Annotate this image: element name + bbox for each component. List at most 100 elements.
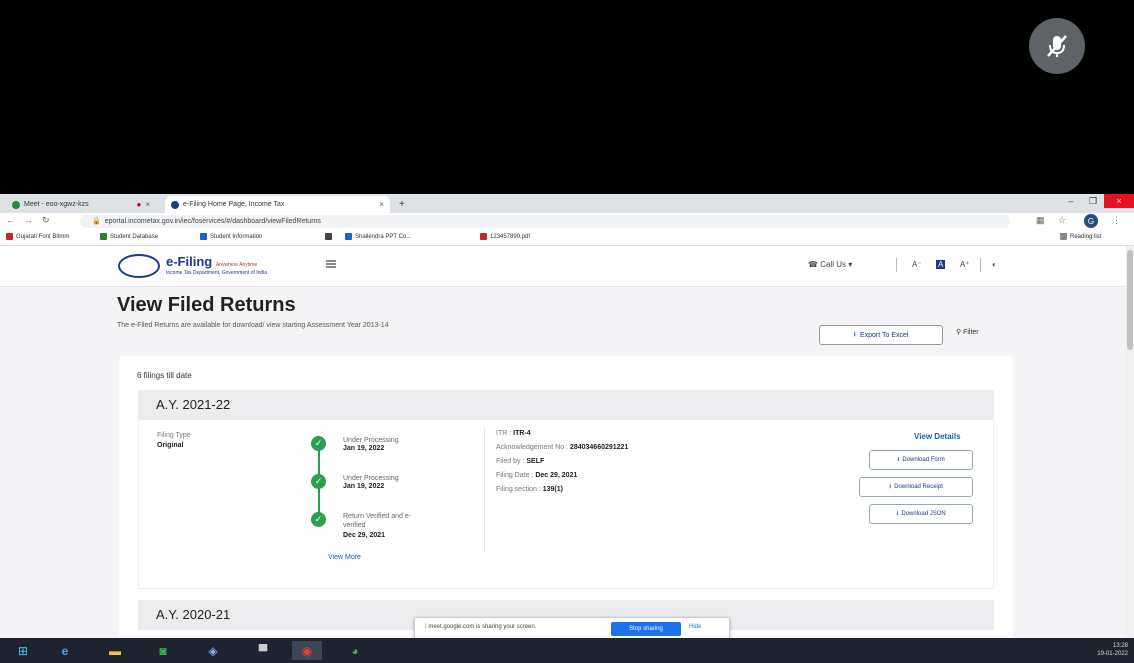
tab-meet[interactable]: Meet - eoo-xgwz-kzs ● × bbox=[6, 196, 156, 213]
view-details-link[interactable]: View Details bbox=[914, 432, 961, 441]
github-icon bbox=[325, 233, 332, 240]
app-icon[interactable]: ▀ bbox=[248, 641, 278, 660]
bookmarks-bar: Gujarati Font Bitmm Student Database Stu… bbox=[0, 231, 1134, 246]
app-icon[interactable]: ◕ bbox=[340, 641, 370, 660]
back-icon[interactable]: ← bbox=[6, 215, 15, 225]
filing-date-field: Filing Date : Dec 29, 2021 bbox=[496, 472, 577, 479]
logo-tagline: Anywhere Anytime bbox=[215, 262, 258, 268]
filing-type-label: Filing Type bbox=[157, 432, 191, 439]
divider bbox=[980, 258, 981, 272]
extensions-icon[interactable]: ▦ bbox=[1036, 215, 1045, 226]
edge-icon[interactable]: e bbox=[50, 641, 80, 660]
bookmark-label: Student Database bbox=[110, 233, 159, 240]
new-tab-button[interactable]: + bbox=[393, 196, 413, 213]
step-date: Jan 19, 2022 bbox=[343, 483, 385, 490]
step-date: Jan 19, 2022 bbox=[343, 445, 385, 452]
profile-avatar[interactable]: G bbox=[1084, 214, 1098, 228]
tab-efiling[interactable]: e-Filing Home Page, Income Tax × bbox=[165, 196, 390, 213]
ack-field: Acknowledgement No : 284034660291221 bbox=[496, 444, 628, 451]
bookmark-item[interactable]: 123457890.pdf bbox=[480, 233, 530, 240]
stop-sharing-button[interactable]: Stop sharing bbox=[611, 622, 681, 636]
lock-icon: 🔒 bbox=[92, 218, 101, 225]
divider bbox=[896, 258, 897, 272]
filings-card: 6 filings till date A.Y. 2021-22 Filing … bbox=[119, 356, 1013, 638]
font-normal-button[interactable]: A bbox=[936, 260, 946, 269]
scrollbar[interactable] bbox=[1126, 246, 1134, 638]
close-window-icon[interactable]: × bbox=[1104, 194, 1134, 208]
maximize-icon[interactable]: ❐ bbox=[1082, 194, 1104, 208]
export-to-excel-button[interactable]: ⭳ Export To Excel bbox=[819, 325, 943, 345]
url-text: eportal.incometax.gov.in/iec/foservices/… bbox=[104, 218, 321, 225]
efiling-favicon-icon bbox=[171, 200, 179, 209]
menu-kebab-icon[interactable]: ⋮ bbox=[1112, 215, 1121, 226]
divider bbox=[484, 428, 485, 553]
return-card: A.Y. 2021-22 Filing Type Original ✓ Unde… bbox=[138, 390, 994, 589]
bookmark-item[interactable]: Student Database bbox=[100, 233, 158, 240]
chrome-icon[interactable]: ◉ bbox=[292, 641, 322, 660]
close-icon[interactable]: × bbox=[379, 200, 384, 209]
scrollbar-thumb[interactable] bbox=[1127, 250, 1133, 350]
step-status: Under Processing bbox=[343, 437, 399, 444]
hamburger-menu-icon[interactable] bbox=[326, 260, 336, 268]
filter-label: Filter bbox=[963, 329, 979, 336]
clock-time: 13:28 bbox=[1112, 643, 1128, 649]
ack-value: 284034660291221 bbox=[569, 444, 629, 451]
reading-list-label: Reading list bbox=[1070, 233, 1102, 240]
font-decrease-button[interactable]: A⁻ bbox=[912, 260, 922, 269]
page-title: View Filed Returns bbox=[117, 294, 296, 316]
url-input[interactable]: 🔒 eportal.incometax.gov.in/iec/foservices… bbox=[80, 215, 1010, 228]
bookmark-icon bbox=[200, 233, 207, 240]
contrast-toggle-icon[interactable]: ◐ bbox=[992, 260, 997, 269]
filter-button[interactable]: ⚲ Filter bbox=[956, 328, 979, 336]
font-increase-button[interactable]: A⁺ bbox=[960, 260, 970, 269]
download-json-button[interactable]: ⭳ Download JSON bbox=[869, 504, 973, 524]
bookmark-icon bbox=[6, 233, 13, 240]
star-icon[interactable]: ☆ bbox=[1058, 215, 1066, 226]
bookmark-icon bbox=[345, 233, 352, 240]
filings-count: 6 filings till date bbox=[137, 371, 192, 380]
export-label: Export To Excel bbox=[859, 331, 909, 339]
forward-icon[interactable]: → bbox=[24, 215, 33, 225]
bookmark-item[interactable] bbox=[325, 233, 335, 240]
minimize-icon[interactable]: – bbox=[1060, 194, 1082, 208]
windows-start-icon[interactable]: ⊞ bbox=[8, 641, 38, 660]
close-icon[interactable]: × bbox=[145, 200, 150, 209]
download-form-button[interactable]: ⭳ Download Form bbox=[869, 450, 973, 470]
bookmark-item[interactable]: Gujarati Font Bitmm bbox=[6, 233, 69, 240]
hide-button[interactable]: Hide bbox=[689, 624, 701, 630]
download-icon: ⭳ bbox=[896, 511, 899, 517]
meet-icon bbox=[12, 200, 20, 209]
share-message: meet.google.com is sharing your screen. bbox=[428, 624, 537, 630]
filing-date-value: Dec 29, 2021 bbox=[535, 472, 578, 479]
file-explorer-icon[interactable]: ▬ bbox=[100, 641, 130, 660]
site-header: e-Filing Anywhere Anytime Income Tax Dep… bbox=[0, 246, 1126, 287]
call-us-menu[interactable]: ☎ Call Us ▾ bbox=[808, 260, 852, 269]
system-tray[interactable]: 13:28 19-01-2022 bbox=[1097, 642, 1128, 658]
view-more-link[interactable]: View More bbox=[328, 554, 361, 561]
bookmark-label: Gujarati Font Bitmm bbox=[16, 233, 70, 240]
site-logo[interactable]: e-Filing Anywhere Anytime bbox=[166, 254, 257, 269]
tab-title: Meet - eoo-xgwz-kzs bbox=[24, 201, 89, 208]
step-status: Return Verified and e-verified bbox=[343, 513, 412, 529]
share-text: ⁞ meet.google.com is sharing your screen… bbox=[425, 624, 536, 630]
bookmark-label: 123457890.pdf bbox=[490, 233, 531, 240]
emblem-logo-icon bbox=[118, 254, 160, 278]
page-subtitle: The e-Filed Returns are available for do… bbox=[117, 322, 389, 329]
download-receipt-button[interactable]: ⭳ Download Receipt bbox=[859, 477, 973, 497]
logo-title: e-Filing bbox=[166, 254, 213, 269]
microphone-off-icon[interactable] bbox=[1029, 18, 1085, 74]
bookmark-label: Shailendra PPT Co... bbox=[355, 233, 412, 240]
button-label: Download Form bbox=[902, 457, 945, 463]
check-icon: ✓ bbox=[311, 436, 326, 451]
reload-icon[interactable]: ↻ bbox=[42, 215, 50, 226]
check-icon: ✓ bbox=[311, 474, 326, 489]
itr-value: ITR-4 bbox=[513, 430, 531, 437]
filed-by-label: Filed by : bbox=[496, 458, 525, 465]
bookmark-item[interactable]: Student Information bbox=[200, 233, 262, 240]
bookmark-item[interactable]: Shailendra PPT Co... bbox=[345, 233, 411, 240]
address-bar-row: ← → ↻ 🔒 eportal.incometax.gov.in/iec/fose… bbox=[0, 213, 1134, 231]
reading-list-button[interactable]: Reading list bbox=[1060, 233, 1101, 240]
tab-strip: Meet - eoo-xgwz-kzs ● × e-Filing Home Pa… bbox=[0, 194, 1134, 213]
app-icon[interactable]: ◈ bbox=[198, 641, 228, 660]
app-icon[interactable]: ◙ bbox=[148, 641, 178, 660]
